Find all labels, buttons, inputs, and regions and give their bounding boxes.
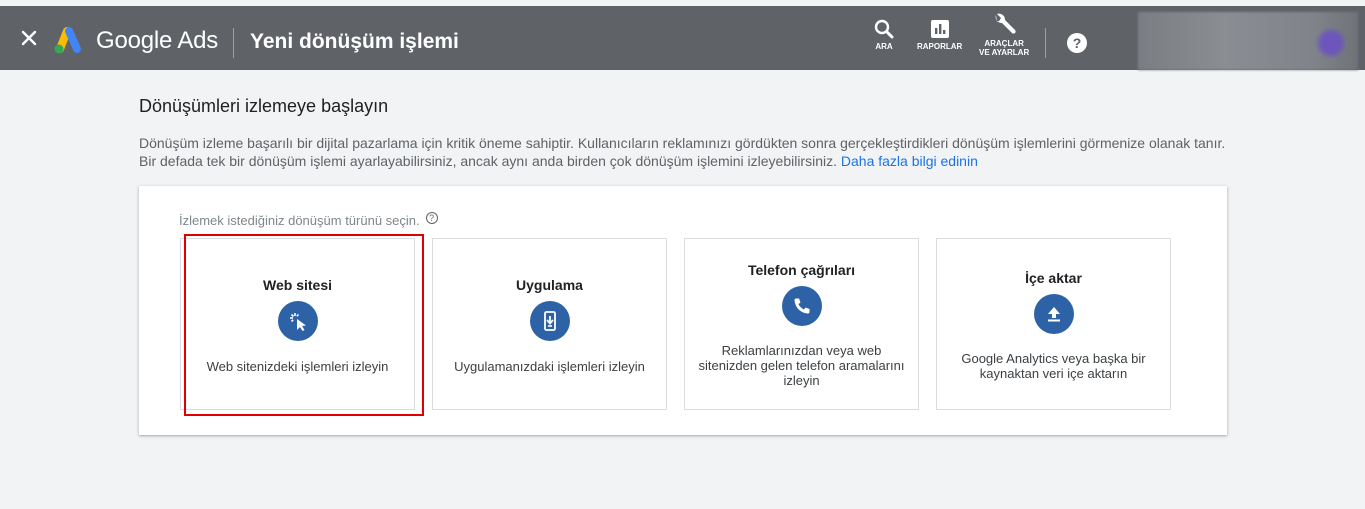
cursor-click-icon	[277, 301, 318, 341]
reports-tool-button[interactable]: RAPORLAR	[917, 18, 962, 51]
tools-settings-button[interactable]: ARAÇLAR VE AYARLAR	[979, 13, 1029, 57]
search-tool-button[interactable]: ARA	[873, 18, 895, 51]
header-divider-2	[1045, 28, 1046, 58]
header-divider	[233, 28, 234, 58]
card-title: Uygulama	[516, 277, 583, 293]
conversion-type-panel: İzlemek istediğiniz dönüşüm türünü seçin…	[139, 186, 1227, 435]
google-ads-logo-icon	[54, 27, 81, 54]
card-description: Reklamlarınızdan veya web sitenizden gel…	[698, 343, 905, 388]
card-description: Google Analytics veya başka bir kaynakta…	[961, 351, 1146, 381]
card-website[interactable]: Web sitesi Web sitenizdeki işlemleri izl…	[180, 238, 415, 410]
help-circle-icon[interactable]: ?	[425, 211, 438, 224]
tools-settings-label: ARAÇLAR VE AYARLAR	[979, 39, 1030, 57]
conversion-type-prompt: İzlemek istediğiniz dönüşüm türünü seçin…	[179, 211, 438, 228]
upload-icon	[1033, 294, 1074, 334]
wrench-icon	[995, 13, 1016, 34]
close-icon[interactable]	[16, 24, 42, 52]
search-tool-label: ARA	[875, 42, 893, 51]
card-title: Telefon çağrıları	[747, 262, 856, 278]
account-switcher[interactable]	[1138, 12, 1358, 70]
phone-download-icon	[529, 301, 570, 341]
card-import[interactable]: İçe aktar Google Analytics veya başka bi…	[936, 238, 1171, 410]
top-app-bar: Google Ads Yeni dönüşüm işlemi ARA RAPOR…	[0, 6, 1365, 70]
avatar[interactable]	[1318, 30, 1344, 56]
search-icon	[874, 19, 894, 39]
bar-chart-icon	[930, 20, 949, 38]
card-description: Web sitenizdeki işlemleri izleyin	[206, 359, 389, 374]
brand-name: Google Ads	[96, 27, 219, 54]
card-title: Web sitesi	[263, 277, 332, 293]
page-title: Yeni dönüşüm işlemi	[250, 30, 459, 53]
reports-tool-label: RAPORLAR	[917, 42, 963, 51]
section-heading: Dönüşümleri izlemeye başlayın	[139, 96, 389, 116]
description-text: Dönüşüm izleme başarılı bir dijital paza…	[139, 135, 1226, 169]
card-phone-calls[interactable]: Telefon çağrıları Reklamlarınızdan veya …	[684, 238, 919, 410]
card-title: İçe aktar	[1025, 270, 1082, 286]
card-app[interactable]: Uygulama Uygulamanızdaki işlemleri izley…	[432, 238, 667, 410]
prompt-text: İzlemek istediğiniz dönüşüm türünü seçin…	[179, 213, 420, 228]
card-description: Uygulamanızdaki işlemleri izleyin	[454, 359, 645, 374]
phone-call-icon	[781, 286, 822, 326]
help-icon[interactable]: ?	[1067, 33, 1087, 53]
learn-more-link[interactable]: Daha fazla bilgi edinin	[841, 153, 978, 169]
section-description: Dönüşüm izleme başarılı bir dijital paza…	[139, 134, 1239, 170]
